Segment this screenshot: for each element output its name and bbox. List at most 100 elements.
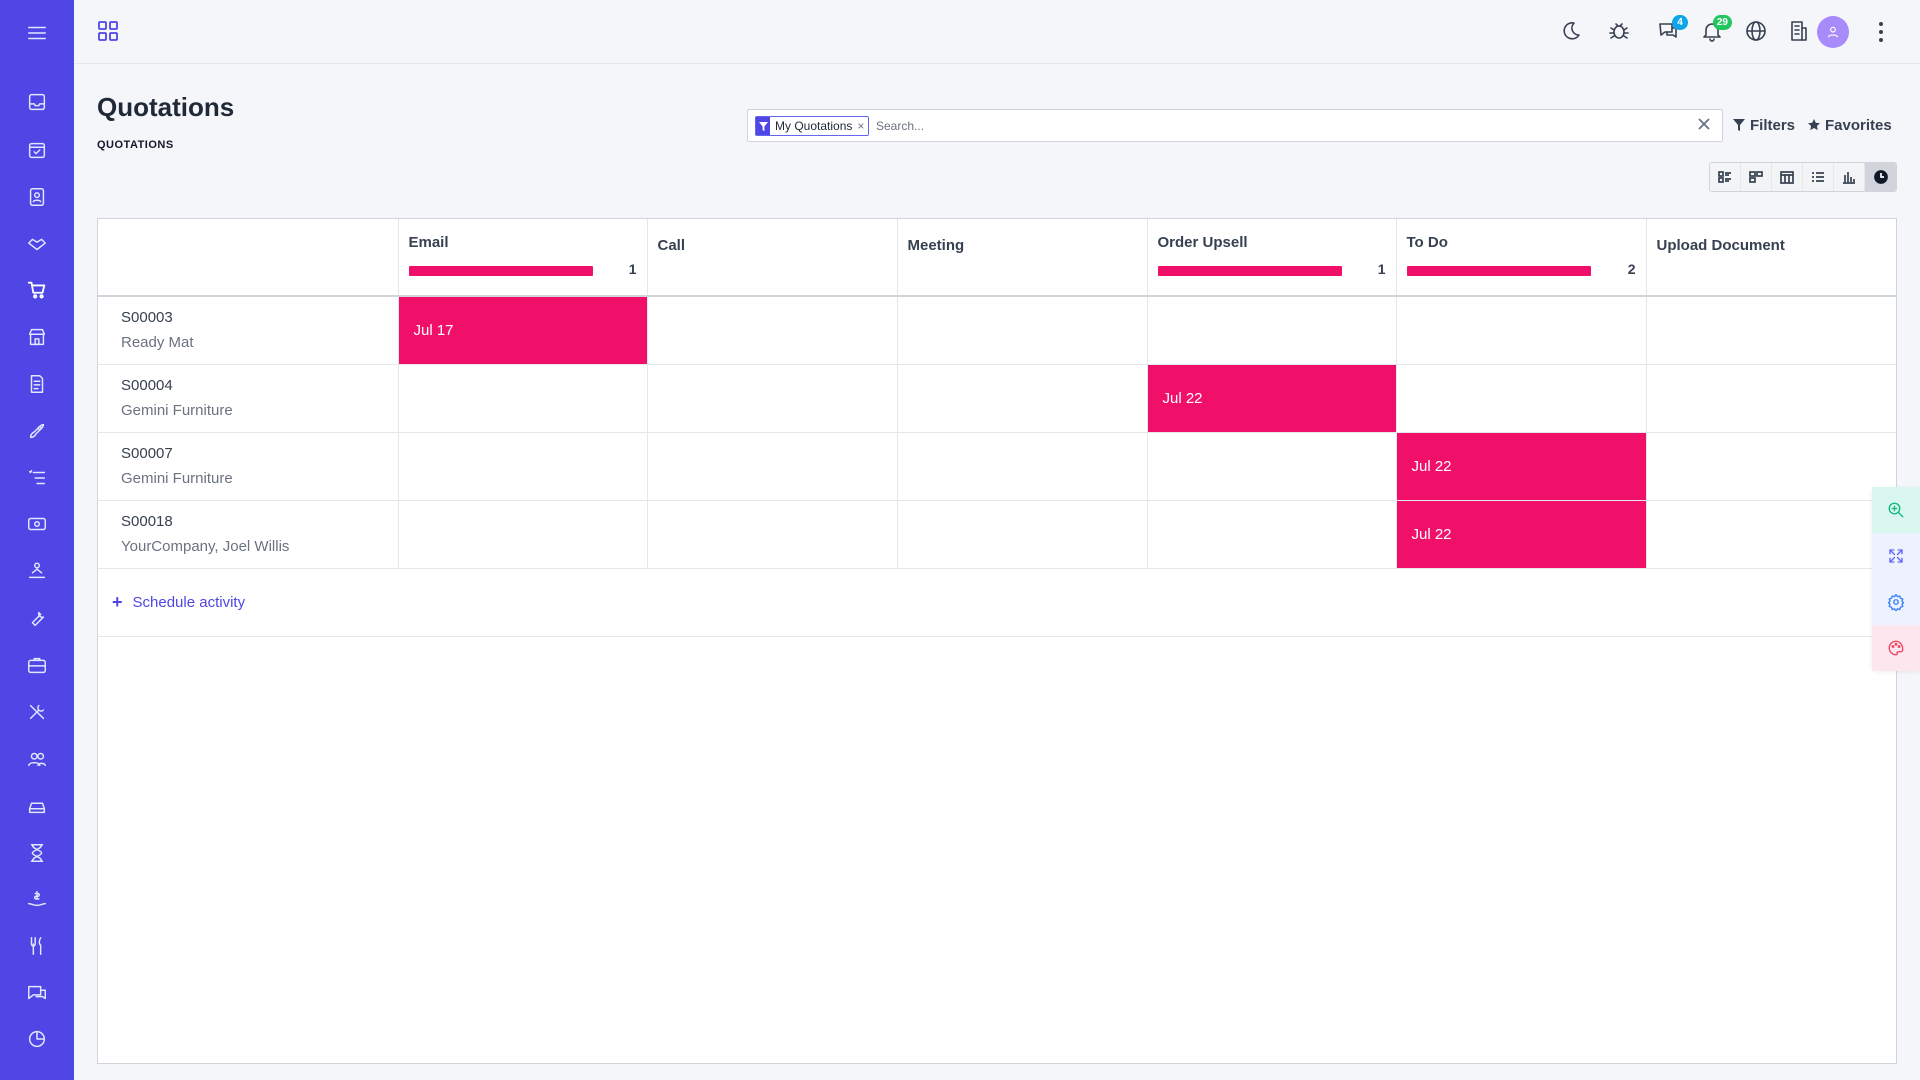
page-title: Quotations [97,92,235,122]
moon-icon[interactable] [1559,19,1585,45]
apps-grid-icon[interactable] [96,19,122,45]
activity-cell[interactable] [1147,296,1397,365]
column-progress-bar[interactable] [1157,266,1342,276]
chat-bubbles-icon[interactable]: 4 [1656,15,1688,45]
favorites-label: Favorites [1825,116,1892,134]
search-facet: My Quotations × [755,116,870,136]
record-partner: Ready Mat [121,333,194,351]
utensils-icon[interactable] [0,928,74,964]
record-cell[interactable]: S00004 Gemini Furniture [98,364,399,433]
handshake-icon[interactable] [0,226,74,262]
expand-icon[interactable] [1872,533,1920,579]
calendar-check-icon[interactable] [0,132,74,168]
car-icon[interactable] [0,788,74,824]
tools-icon[interactable] [0,694,74,730]
users-icon[interactable] [0,741,74,777]
column-title: Order Upsell [1157,234,1248,251]
activity-cell[interactable] [647,500,898,569]
activity-cell[interactable] [1147,500,1397,569]
activity-cell[interactable] [897,500,1148,569]
rocket-icon[interactable] [0,413,74,449]
activity-cell[interactable] [398,500,648,569]
wrench-icon[interactable] [0,600,74,636]
messages-badge: 4 [1672,15,1688,30]
hand-dollar-icon[interactable] [0,881,74,917]
activity-cell[interactable] [897,364,1148,433]
kanban-view-icon[interactable] [1741,163,1772,191]
activity-cell[interactable] [897,432,1148,501]
column-header-1: Call [647,219,898,297]
list-detail-view-icon[interactable] [1803,163,1834,191]
money-icon[interactable] [0,506,74,542]
record-cell[interactable]: S00007 Gemini Furniture [98,432,399,501]
activity-cell[interactable] [897,296,1148,365]
close-icon[interactable] [1696,116,1714,134]
column-header-4: To Do 2 [1396,219,1647,297]
column-count: 1 [1377,261,1386,277]
activity-cell[interactable] [1646,432,1896,501]
building-icon[interactable] [1787,19,1813,45]
avatar[interactable] [1817,16,1849,48]
schedule-activity-label: Schedule activity [132,593,246,611]
activity-cell-due[interactable]: Jul 22 [1396,432,1647,501]
activity-cell[interactable] [1646,296,1896,365]
gear-icon[interactable] [1872,579,1920,625]
record-name: S00004 [121,376,173,394]
column-progress-bar[interactable] [1406,266,1591,276]
calendar-view-icon[interactable] [1772,163,1803,191]
filter-icon [1733,119,1745,131]
chat-icon[interactable] [0,975,74,1011]
person-desk-icon[interactable] [0,553,74,589]
view-switcher [1709,162,1897,192]
pie-chart-icon[interactable] [0,1021,74,1057]
briefcase-icon[interactable] [0,647,74,683]
globe-icon[interactable] [1744,19,1770,45]
list-icon[interactable] [0,460,74,496]
activity-cell-due[interactable]: Jul 22 [1396,500,1647,569]
activity-cell[interactable] [1646,364,1896,433]
activity-cell[interactable] [1646,500,1896,569]
palette-icon[interactable] [1872,625,1920,671]
activity-cell[interactable] [1396,364,1647,433]
favorites-button[interactable]: Favorites [1808,114,1892,136]
zoom-in-icon[interactable] [1872,487,1920,533]
bug-icon[interactable] [1607,19,1633,45]
activity-view-icon[interactable] [1865,163,1896,191]
column-header-2: Meeting [897,219,1148,297]
funnel-icon [756,117,770,135]
activity-cell-due[interactable]: Jul 17 [398,296,648,365]
record-cell[interactable]: S00003 Ready Mat [98,296,399,365]
kebab-menu-icon[interactable] [1871,18,1891,46]
activity-cell[interactable] [1147,432,1397,501]
search-input[interactable] [876,116,1656,136]
hourglass-icon[interactable] [0,835,74,871]
facet-remove-button[interactable]: × [857,119,868,133]
graph-view-icon[interactable] [1834,163,1865,191]
column-header-3: Order Upsell 1 [1147,219,1397,297]
cart-icon[interactable] [0,272,74,308]
breadcrumb[interactable]: QUOTATIONS [97,139,174,151]
store-icon[interactable] [0,319,74,355]
column-title: Email [408,234,449,251]
activity-cell[interactable] [398,432,648,501]
column-title: Upload Document [1656,237,1785,254]
list-view-icon[interactable] [1710,163,1741,191]
column-header-5: Upload Document [1646,219,1896,297]
activity-cell-due[interactable]: Jul 22 [1147,364,1397,433]
activity-cell[interactable] [398,364,648,433]
bell-icon[interactable]: 29 [1700,15,1732,45]
floating-tools [1872,487,1920,671]
contacts-icon[interactable] [0,179,74,215]
activity-cell[interactable] [1396,296,1647,365]
invoice-icon[interactable] [0,366,74,402]
record-cell[interactable]: S00018 YourCompany, Joel Willis [98,500,399,569]
schedule-activity-button[interactable]: + Schedule activity [112,592,245,613]
activity-cell[interactable] [647,432,898,501]
filters-button[interactable]: Filters [1733,114,1795,136]
inbox-icon[interactable] [0,84,74,120]
hamburger-icon[interactable] [0,15,74,51]
activity-cell[interactable] [647,364,898,433]
column-progress-bar[interactable] [408,266,593,276]
filters-label: Filters [1750,116,1796,134]
activity-cell[interactable] [647,296,898,365]
